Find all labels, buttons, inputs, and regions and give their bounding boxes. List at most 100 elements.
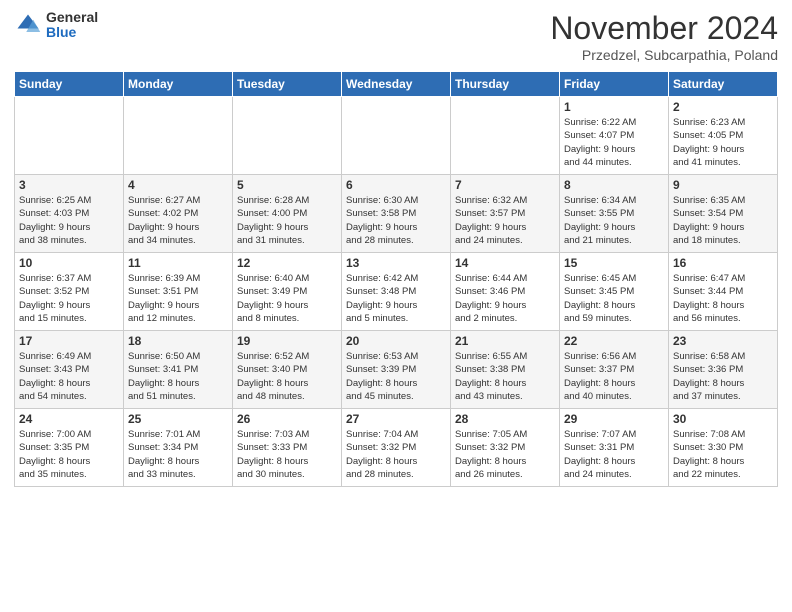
title-area: November 2024 Przedzel, Subcarpathia, Po… (550, 10, 778, 63)
day-info-w4-d1: Sunrise: 7:01 AM Sunset: 3:34 PM Dayligh… (128, 428, 228, 481)
day-info-w3-d1: Sunrise: 6:50 AM Sunset: 3:41 PM Dayligh… (128, 350, 228, 403)
day-info-w4-d4: Sunrise: 7:05 AM Sunset: 3:32 PM Dayligh… (455, 428, 555, 481)
day-info-w1-d0: Sunrise: 6:25 AM Sunset: 4:03 PM Dayligh… (19, 194, 119, 247)
day-number-w3-d2: 19 (237, 334, 337, 348)
logo-icon (14, 11, 42, 39)
calendar-cell-w4-d0: 24 Sunrise: 7:00 AM Sunset: 3:35 PM Dayli… (15, 409, 124, 487)
calendar-cell-w3-d5: 22 Sunrise: 6:56 AM Sunset: 3:37 PM Dayli… (560, 331, 669, 409)
calendar-cell-w4-d4: 28 Sunrise: 7:05 AM Sunset: 3:32 PM Dayli… (451, 409, 560, 487)
day-number-w3-d1: 18 (128, 334, 228, 348)
calendar-cell-w2-d6: 16Sunrise: 6:47 AM Sunset: 3:44 PM Dayli… (669, 253, 778, 331)
day-info-w1-d3: Sunrise: 6:30 AM Sunset: 3:58 PM Dayligh… (346, 194, 446, 247)
calendar-cell-w1-d0: 3 Sunrise: 6:25 AM Sunset: 4:03 PM Daylig… (15, 175, 124, 253)
day-info-w2-d2: Sunrise: 6:40 AM Sunset: 3:49 PM Dayligh… (237, 272, 337, 325)
calendar-cell-w3-d1: 18 Sunrise: 6:50 AM Sunset: 3:41 PM Dayli… (124, 331, 233, 409)
day-number-w1-d0: 3 (19, 178, 119, 192)
calendar-cell-w2-d0: 10 Sunrise: 6:37 AM Sunset: 3:52 PM Dayli… (15, 253, 124, 331)
day-info-w3-d2: Sunrise: 6:52 AM Sunset: 3:40 PM Dayligh… (237, 350, 337, 403)
calendar-cell-w0-d3 (342, 97, 451, 175)
day-number-w3-d0: 17 (19, 334, 119, 348)
calendar-cell-w0-d1 (124, 97, 233, 175)
day-number-w2-d2: 12 (237, 256, 337, 270)
calendar-header-row: Sunday Monday Tuesday Wednesday Thursday… (15, 72, 778, 97)
calendar-cell-w2-d4: 14 Sunrise: 6:44 AM Sunset: 3:46 PM Dayli… (451, 253, 560, 331)
calendar-cell-w1-d1: 4 Sunrise: 6:27 AM Sunset: 4:02 PM Daylig… (124, 175, 233, 253)
calendar-cell-w2-d1: 11 Sunrise: 6:39 AM Sunset: 3:51 PM Dayli… (124, 253, 233, 331)
day-number-w1-d6: 9 (673, 178, 773, 192)
logo-general-text: General (46, 10, 98, 25)
day-number-w1-d1: 4 (128, 178, 228, 192)
day-info-w0-d5: Sunrise: 6:22 AM Sunset: 4:07 PM Dayligh… (564, 116, 664, 169)
day-info-w0-d6: Sunrise: 6:23 AM Sunset: 4:05 PM Dayligh… (673, 116, 773, 169)
day-number-w0-d5: 1 (564, 100, 664, 114)
calendar-cell-w3-d2: 19 Sunrise: 6:52 AM Sunset: 3:40 PM Dayli… (233, 331, 342, 409)
calendar-cell-w1-d2: 5 Sunrise: 6:28 AM Sunset: 4:00 PM Daylig… (233, 175, 342, 253)
day-number-w0-d6: 2 (673, 100, 773, 114)
day-number-w3-d5: 22 (564, 334, 664, 348)
day-number-w2-d4: 14 (455, 256, 555, 270)
calendar-cell-w0-d6: 2 Sunrise: 6:23 AM Sunset: 4:05 PM Daylig… (669, 97, 778, 175)
week-row-0: 1 Sunrise: 6:22 AM Sunset: 4:07 PM Daylig… (15, 97, 778, 175)
day-info-w2-d1: Sunrise: 6:39 AM Sunset: 3:51 PM Dayligh… (128, 272, 228, 325)
day-number-w1-d2: 5 (237, 178, 337, 192)
day-number-w4-d3: 27 (346, 412, 446, 426)
day-info-w1-d1: Sunrise: 6:27 AM Sunset: 4:02 PM Dayligh… (128, 194, 228, 247)
day-info-w3-d6: Sunrise: 6:58 AM Sunset: 3:36 PM Dayligh… (673, 350, 773, 403)
day-number-w3-d3: 20 (346, 334, 446, 348)
day-number-w2-d0: 10 (19, 256, 119, 270)
calendar-cell-w3-d3: 20 Sunrise: 6:53 AM Sunset: 3:39 PM Dayli… (342, 331, 451, 409)
calendar-cell-w3-d6: 23Sunrise: 6:58 AM Sunset: 3:36 PM Dayli… (669, 331, 778, 409)
day-info-w2-d4: Sunrise: 6:44 AM Sunset: 3:46 PM Dayligh… (455, 272, 555, 325)
day-info-w4-d3: Sunrise: 7:04 AM Sunset: 3:32 PM Dayligh… (346, 428, 446, 481)
calendar-cell-w1-d3: 6 Sunrise: 6:30 AM Sunset: 3:58 PM Daylig… (342, 175, 451, 253)
day-number-w4-d5: 29 (564, 412, 664, 426)
day-number-w2-d5: 15 (564, 256, 664, 270)
day-info-w1-d4: Sunrise: 6:32 AM Sunset: 3:57 PM Dayligh… (455, 194, 555, 247)
day-number-w4-d2: 26 (237, 412, 337, 426)
calendar-cell-w4-d1: 25 Sunrise: 7:01 AM Sunset: 3:34 PM Dayli… (124, 409, 233, 487)
day-number-w4-d6: 30 (673, 412, 773, 426)
logo-blue-text: Blue (46, 25, 98, 40)
day-info-w4-d2: Sunrise: 7:03 AM Sunset: 3:33 PM Dayligh… (237, 428, 337, 481)
day-number-w4-d0: 24 (19, 412, 119, 426)
day-number-w1-d4: 7 (455, 178, 555, 192)
page: General Blue November 2024 Przedzel, Sub… (0, 0, 792, 612)
day-info-w1-d6: Sunrise: 6:35 AM Sunset: 3:54 PM Dayligh… (673, 194, 773, 247)
week-row-2: 10 Sunrise: 6:37 AM Sunset: 3:52 PM Dayli… (15, 253, 778, 331)
day-number-w2-d6: 16 (673, 256, 773, 270)
calendar-cell-w2-d3: 13Sunrise: 6:42 AM Sunset: 3:48 PM Dayli… (342, 253, 451, 331)
day-number-w4-d1: 25 (128, 412, 228, 426)
logo: General Blue (14, 10, 98, 41)
header-tuesday: Tuesday (233, 72, 342, 97)
header-wednesday: Wednesday (342, 72, 451, 97)
week-row-1: 3 Sunrise: 6:25 AM Sunset: 4:03 PM Daylig… (15, 175, 778, 253)
calendar-cell-w4-d3: 27 Sunrise: 7:04 AM Sunset: 3:32 PM Dayli… (342, 409, 451, 487)
day-number-w1-d3: 6 (346, 178, 446, 192)
header: General Blue November 2024 Przedzel, Sub… (14, 10, 778, 63)
day-info-w3-d3: Sunrise: 6:53 AM Sunset: 3:39 PM Dayligh… (346, 350, 446, 403)
header-friday: Friday (560, 72, 669, 97)
header-monday: Monday (124, 72, 233, 97)
day-info-w4-d0: Sunrise: 7:00 AM Sunset: 3:35 PM Dayligh… (19, 428, 119, 481)
day-number-w4-d4: 28 (455, 412, 555, 426)
day-info-w4-d5: Sunrise: 7:07 AM Sunset: 3:31 PM Dayligh… (564, 428, 664, 481)
calendar-cell-w0-d5: 1 Sunrise: 6:22 AM Sunset: 4:07 PM Daylig… (560, 97, 669, 175)
day-number-w1-d5: 8 (564, 178, 664, 192)
week-row-3: 17Sunrise: 6:49 AM Sunset: 3:43 PM Dayli… (15, 331, 778, 409)
calendar-cell-w1-d6: 9 Sunrise: 6:35 AM Sunset: 3:54 PM Daylig… (669, 175, 778, 253)
calendar-cell-w4-d2: 26 Sunrise: 7:03 AM Sunset: 3:33 PM Dayli… (233, 409, 342, 487)
calendar-cell-w0-d0 (15, 97, 124, 175)
day-number-w2-d1: 11 (128, 256, 228, 270)
header-sunday: Sunday (15, 72, 124, 97)
week-row-4: 24 Sunrise: 7:00 AM Sunset: 3:35 PM Dayli… (15, 409, 778, 487)
day-info-w2-d0: Sunrise: 6:37 AM Sunset: 3:52 PM Dayligh… (19, 272, 119, 325)
calendar-cell-w4-d6: 30 Sunrise: 7:08 AM Sunset: 3:30 PM Dayli… (669, 409, 778, 487)
day-info-w3-d5: Sunrise: 6:56 AM Sunset: 3:37 PM Dayligh… (564, 350, 664, 403)
header-thursday: Thursday (451, 72, 560, 97)
day-info-w1-d2: Sunrise: 6:28 AM Sunset: 4:00 PM Dayligh… (237, 194, 337, 247)
month-title: November 2024 (550, 10, 778, 47)
day-info-w4-d6: Sunrise: 7:08 AM Sunset: 3:30 PM Dayligh… (673, 428, 773, 481)
calendar-cell-w2-d5: 15Sunrise: 6:45 AM Sunset: 3:45 PM Dayli… (560, 253, 669, 331)
day-number-w3-d4: 21 (455, 334, 555, 348)
header-saturday: Saturday (669, 72, 778, 97)
